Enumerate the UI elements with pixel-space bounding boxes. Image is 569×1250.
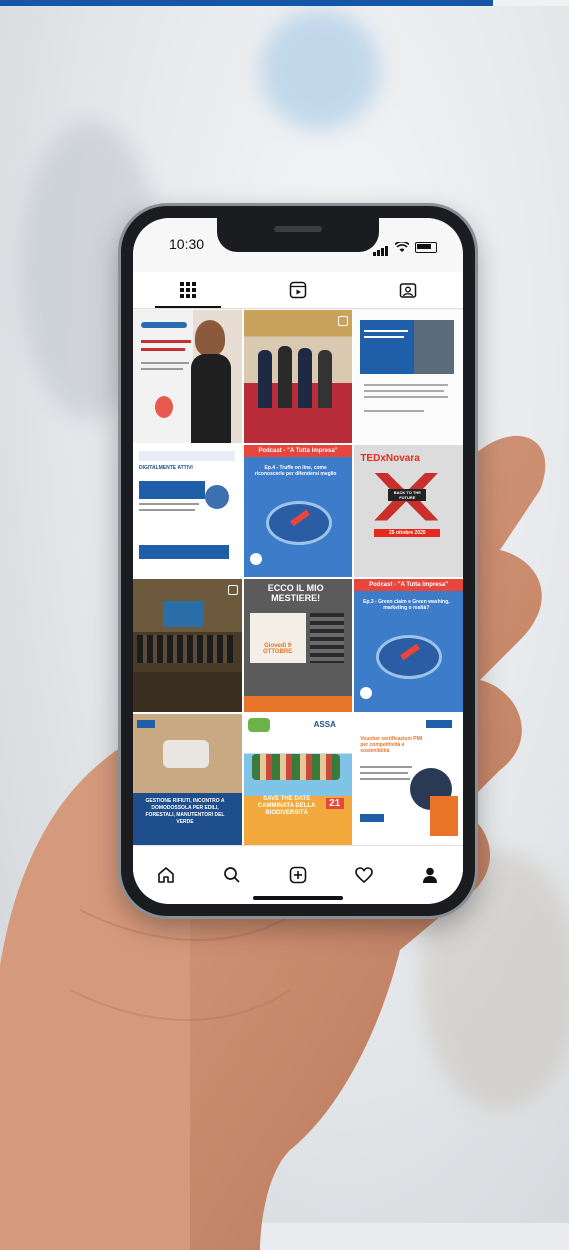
heart-icon: [355, 867, 373, 884]
post-caption: Giovedì 9 OTTOBRE: [263, 643, 293, 655]
post-subtitle: 25 ottobre 2025: [374, 528, 441, 537]
nav-home-button[interactable]: [152, 861, 180, 889]
battery-icon: [415, 241, 437, 253]
post-thumbnail[interactable]: GESTIONE RIFIUTI, INCONTRO A DOMODOSSOLA…: [133, 713, 242, 846]
post-thumbnail[interactable]: TEDxNovara BACK TO THE FUTURE 25 ottobre…: [354, 444, 463, 577]
post-thumbnail[interactable]: Voucher certificazioni PMI per competiti…: [354, 713, 463, 846]
nav-profile-button[interactable]: [416, 861, 444, 889]
search-icon: [224, 867, 240, 883]
post-caption: Ep.4 - Truffe on line, come riconoscerle…: [254, 464, 337, 477]
tagged-icon: [399, 283, 417, 298]
post-date: 21: [325, 797, 344, 809]
post-caption: BACK TO THE FUTURE: [388, 488, 427, 501]
post-thumbnail[interactable]: Podcast - "A Tutta Impresa" Ep.3 - Green…: [354, 579, 463, 712]
post-title: Voucher certificazioni PMI per competiti…: [360, 735, 423, 754]
tab-reels[interactable]: [243, 272, 353, 308]
phone-frame: 10:30 DIGITALMENTE ATTIVI Podcast - "A T…: [121, 206, 475, 916]
post-thumbnail[interactable]: [133, 579, 242, 712]
tab-grid[interactable]: [133, 272, 243, 308]
post-thumbnail[interactable]: ECCO IL MIO MESTIERE! Giovedì 9 OTTOBRE: [243, 579, 353, 712]
notch: [217, 218, 379, 252]
post-caption: Ep.3 - Green claim e Green washing, mark…: [363, 599, 450, 611]
tab-tagged[interactable]: [353, 272, 463, 308]
profile-icon: [423, 867, 437, 883]
post-title: ASSA: [313, 719, 336, 729]
posts-grid: DIGITALMENTE ATTIVI Podcast - "A Tutta I…: [133, 310, 463, 846]
post-title: Podcast - "A Tutta Impresa": [354, 579, 463, 591]
post-thumbnail[interactable]: [354, 310, 463, 443]
nav-activity-button[interactable]: [350, 861, 378, 889]
top-accent-bar: [0, 0, 493, 6]
nav-add-button[interactable]: [284, 861, 312, 889]
home-indicator: [253, 896, 343, 900]
post-title: Podcast - "A Tutta Impresa": [243, 444, 353, 457]
reels-icon: [289, 281, 307, 299]
post-caption: DIGITALMENTE ATTIVI: [139, 464, 193, 471]
post-caption: SAVE THE DATE CAMMINATA DELLA BIODIVERSI…: [257, 795, 316, 816]
post-title: ECCO IL MIO MESTIERE!: [267, 583, 324, 603]
post-caption: GESTIONE RIFIUTI, INCONTRO A DOMODOSSOLA…: [145, 797, 225, 825]
post-thumbnail[interactable]: DIGITALMENTE ATTIVI: [133, 444, 242, 577]
phone-screen: 10:30 DIGITALMENTE ATTIVI Podcast - "A T…: [133, 218, 463, 904]
profile-tabs: [133, 272, 463, 309]
add-icon: [289, 866, 307, 884]
post-thumbnail[interactable]: [133, 310, 242, 443]
post-title: TEDxNovara: [360, 452, 420, 464]
home-icon: [158, 867, 174, 883]
top-accent-bar-light: [493, 0, 569, 6]
status-time: 10:30: [169, 236, 205, 252]
grid-icon: [180, 282, 196, 298]
nav-search-button[interactable]: [218, 861, 246, 889]
post-thumbnail[interactable]: Podcast - "A Tutta Impresa" Ep.4 - Truff…: [243, 444, 353, 577]
post-thumbnail[interactable]: ASSA SAVE THE DATE CAMMINATA DELLA BIODI…: [243, 713, 353, 846]
wifi-icon: [395, 241, 409, 252]
post-thumbnail[interactable]: [243, 310, 353, 443]
